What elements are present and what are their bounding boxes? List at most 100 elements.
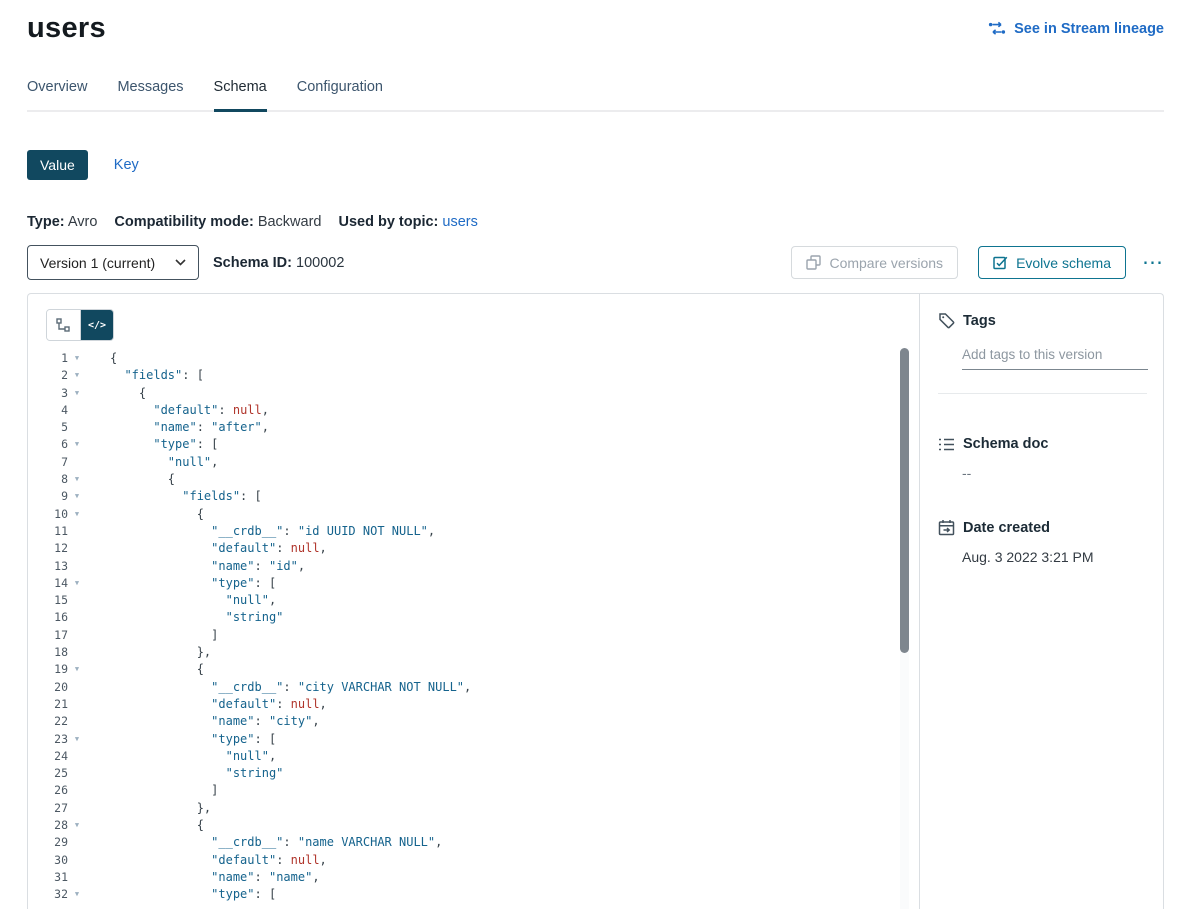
fold-toggle-icon[interactable]: ▼ bbox=[68, 731, 86, 748]
line-number: 31 bbox=[28, 869, 68, 886]
fold-spacer bbox=[68, 679, 86, 696]
calendar-icon bbox=[938, 519, 955, 536]
fold-toggle-icon[interactable]: ▼ bbox=[68, 661, 86, 678]
code-line: 10▼ { bbox=[28, 506, 919, 523]
meta-compatibility: Compatibility mode: Backward bbox=[114, 214, 321, 230]
fold-toggle-icon[interactable]: ▼ bbox=[68, 385, 86, 402]
line-number: 24 bbox=[28, 748, 68, 765]
stream-lineage-link[interactable]: See in Stream lineage bbox=[988, 21, 1164, 37]
meta-compatibility-label: Compatibility mode: bbox=[114, 214, 253, 230]
line-number: 18 bbox=[28, 644, 68, 661]
fold-spacer bbox=[68, 800, 86, 817]
line-number: 32 bbox=[28, 886, 68, 903]
edit-schema-icon bbox=[993, 255, 1008, 270]
code-text: "fields": [ bbox=[86, 367, 204, 384]
code-line: 32▼ "type": [ bbox=[28, 886, 919, 903]
tab-overview[interactable]: Overview bbox=[27, 71, 87, 110]
code-text: "type": [ bbox=[86, 436, 218, 453]
add-tags-input[interactable] bbox=[962, 344, 1148, 370]
fold-toggle-icon[interactable]: ▼ bbox=[68, 367, 86, 384]
key-toggle-link[interactable]: Key bbox=[114, 157, 139, 173]
version-select[interactable]: Version 1 (current) bbox=[27, 245, 199, 280]
code-text: { bbox=[86, 506, 204, 523]
fold-spacer bbox=[68, 644, 86, 661]
evolve-schema-button[interactable]: Evolve schema bbox=[978, 246, 1126, 279]
meta-type-label: Type: bbox=[27, 214, 65, 230]
line-number: 6 bbox=[28, 436, 68, 453]
code-line: 13 "name": "id", bbox=[28, 558, 919, 575]
date-created-section: Date created Aug. 3 2022 3:21 PM bbox=[938, 519, 1147, 565]
compare-versions-label: Compare versions bbox=[829, 255, 943, 271]
fold-toggle-icon[interactable]: ▼ bbox=[68, 506, 86, 523]
line-number: 1 bbox=[28, 350, 68, 367]
date-created-value: Aug. 3 2022 3:21 PM bbox=[962, 549, 1147, 565]
fold-spacer bbox=[68, 523, 86, 540]
code-text: "default": null, bbox=[86, 696, 327, 713]
code-line: 17 ] bbox=[28, 627, 919, 644]
tab-messages[interactable]: Messages bbox=[117, 71, 183, 110]
fold-toggle-icon[interactable]: ▼ bbox=[68, 488, 86, 505]
tab-schema[interactable]: Schema bbox=[214, 71, 267, 112]
line-number: 27 bbox=[28, 800, 68, 817]
topic-link[interactable]: users bbox=[442, 214, 477, 230]
line-number: 11 bbox=[28, 523, 68, 540]
line-number: 14 bbox=[28, 575, 68, 592]
page-title: users bbox=[27, 12, 106, 45]
fold-toggle-icon[interactable]: ▼ bbox=[68, 817, 86, 834]
line-number: 25 bbox=[28, 765, 68, 782]
code-text: "__crdb__": "name VARCHAR NULL", bbox=[86, 834, 442, 851]
code-text: }, bbox=[86, 800, 211, 817]
fold-spacer bbox=[68, 419, 86, 436]
code-text: "string" bbox=[86, 609, 283, 626]
fold-toggle-icon[interactable]: ▼ bbox=[68, 436, 86, 453]
schema-doc-section: Schema doc -- bbox=[938, 436, 1147, 481]
line-number: 17 bbox=[28, 627, 68, 644]
schema-editor: </> 1▼{2▼ "fields": [3▼ {4 "default": nu… bbox=[28, 294, 919, 909]
fold-toggle-icon[interactable]: ▼ bbox=[68, 575, 86, 592]
code-view-button[interactable]: </> bbox=[80, 310, 113, 340]
page-header: users See in Stream lineage bbox=[27, 12, 1164, 45]
fold-spacer bbox=[68, 540, 86, 557]
line-number: 23 bbox=[28, 731, 68, 748]
date-created-title: Date created bbox=[963, 520, 1050, 536]
editor-scrollbar-thumb[interactable] bbox=[900, 348, 909, 653]
fold-spacer bbox=[68, 592, 86, 609]
code-text: "type": [ bbox=[86, 575, 276, 592]
code-line: 16 "string" bbox=[28, 609, 919, 626]
code-text: { bbox=[86, 471, 175, 488]
meta-topic-label: Used by topic: bbox=[338, 214, 438, 230]
code-text: "string" bbox=[86, 765, 283, 782]
line-number: 4 bbox=[28, 402, 68, 419]
schema-sidebar: Tags Schema doc -- bbox=[919, 294, 1163, 909]
code-line: 19▼ { bbox=[28, 661, 919, 678]
fold-spacer bbox=[68, 627, 86, 644]
sidebar-divider bbox=[938, 393, 1147, 394]
tree-view-button[interactable] bbox=[47, 310, 80, 340]
line-number: 9 bbox=[28, 488, 68, 505]
fold-toggle-icon[interactable]: ▼ bbox=[68, 886, 86, 903]
code-line: 5 "name": "after", bbox=[28, 419, 919, 436]
code-text: "type": [ bbox=[86, 731, 276, 748]
editor-view-toggle: </> bbox=[46, 309, 114, 341]
code-text: "null", bbox=[86, 592, 276, 609]
line-number: 2 bbox=[28, 367, 68, 384]
compare-versions-button[interactable]: Compare versions bbox=[791, 246, 958, 279]
code-text: "name": "after", bbox=[86, 419, 269, 436]
code-line: 31 "name": "name", bbox=[28, 869, 919, 886]
tab-configuration[interactable]: Configuration bbox=[297, 71, 383, 110]
line-number: 5 bbox=[28, 419, 68, 436]
line-number: 12 bbox=[28, 540, 68, 557]
code-line: 21 "default": null, bbox=[28, 696, 919, 713]
code-text: { bbox=[86, 817, 204, 834]
more-options-button[interactable]: ⋯ bbox=[1142, 252, 1164, 273]
line-number: 20 bbox=[28, 679, 68, 696]
doc-list-icon bbox=[938, 437, 955, 452]
fold-toggle-icon[interactable]: ▼ bbox=[68, 471, 86, 488]
tree-view-icon bbox=[56, 318, 71, 332]
value-toggle-button[interactable]: Value bbox=[27, 150, 88, 180]
line-number: 13 bbox=[28, 558, 68, 575]
meta-type: Type: Avro bbox=[27, 214, 97, 230]
evolve-schema-label: Evolve schema bbox=[1016, 255, 1111, 271]
fold-toggle-icon[interactable]: ▼ bbox=[68, 350, 86, 367]
schema-id-label: Schema ID: bbox=[213, 255, 292, 271]
